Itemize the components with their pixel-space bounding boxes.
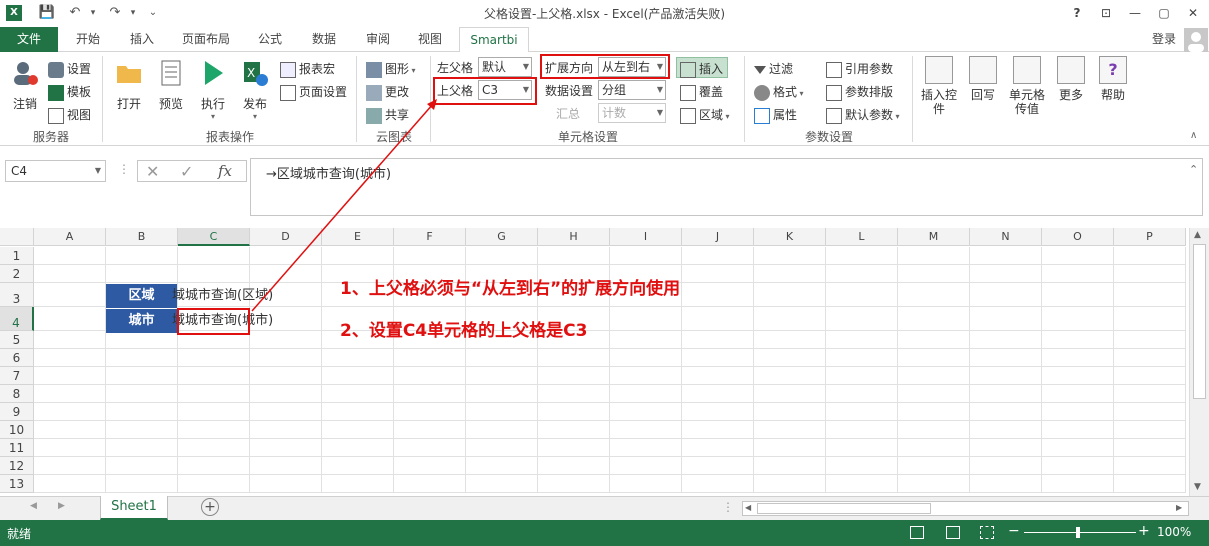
- annotation-arrow: [251, 99, 437, 312]
- scroll-up-icon[interactable]: ▲: [1194, 230, 1201, 240]
- zoom-in-icon[interactable]: +: [1138, 523, 1150, 539]
- sheet-split-grip-icon[interactable]: ⋮: [722, 500, 734, 514]
- sheet-tab-sheet1[interactable]: Sheet1: [100, 496, 168, 520]
- zoom-slider-thumb[interactable]: [1076, 527, 1080, 538]
- horizontal-scroll-thumb[interactable]: [757, 503, 931, 514]
- zoom-slider[interactable]: [1024, 532, 1136, 533]
- scroll-thumb[interactable]: [1193, 244, 1206, 399]
- prev-sheet-icon[interactable]: ◀: [30, 501, 37, 511]
- normal-view-icon[interactable]: [910, 526, 924, 539]
- page-layout-view-icon[interactable]: [946, 526, 960, 539]
- next-sheet-icon[interactable]: ▶: [58, 501, 65, 511]
- add-sheet-icon[interactable]: +: [201, 498, 219, 516]
- vertical-scrollbar[interactable]: ▲ ▼: [1189, 228, 1209, 496]
- status-ready: 就绪: [7, 527, 32, 541]
- zoom-level[interactable]: 100%: [1157, 525, 1191, 539]
- scroll-left-icon[interactable]: ◀: [745, 503, 751, 512]
- zoom-out-icon[interactable]: −: [1008, 523, 1020, 539]
- status-bar: 就绪 − + 100%: [0, 520, 1209, 546]
- horizontal-scrollbar[interactable]: ◀ ▶: [742, 501, 1189, 516]
- sheet-tab-bar: ◀ ▶ Sheet1 + ⋮ ◀ ▶: [0, 496, 1209, 520]
- scroll-down-icon[interactable]: ▼: [1194, 482, 1201, 492]
- page-break-view-icon[interactable]: [980, 526, 994, 539]
- scroll-right-icon[interactable]: ▶: [1176, 503, 1182, 512]
